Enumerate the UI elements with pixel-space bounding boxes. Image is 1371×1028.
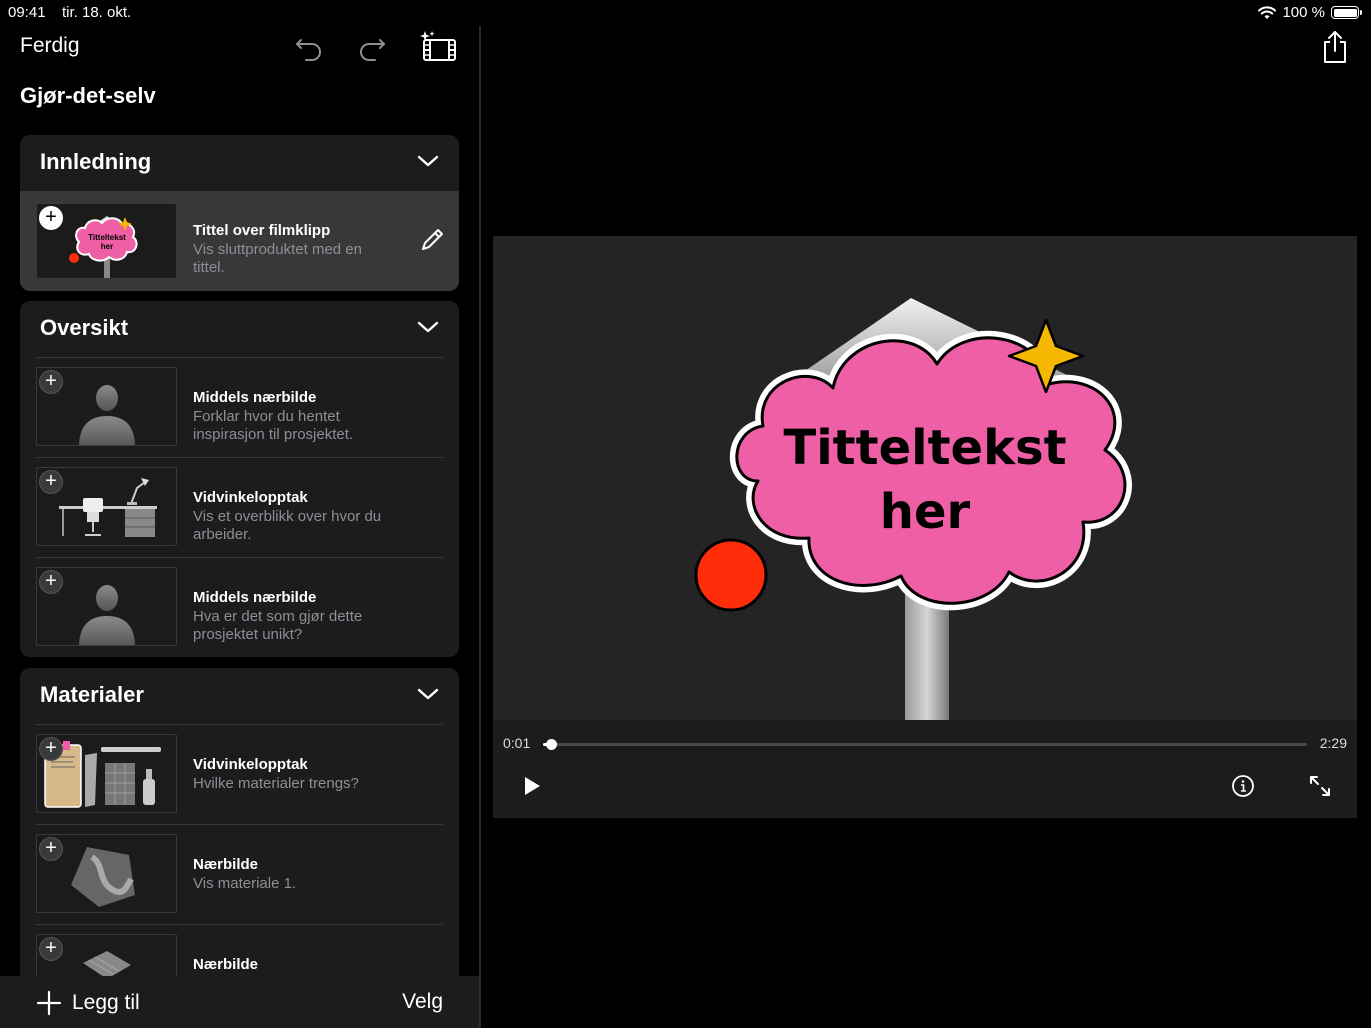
row-subtitle: Hvilke materialer trengs? (193, 775, 359, 792)
clip-thumbnail: + (36, 467, 177, 546)
select-button[interactable]: Velg (402, 990, 443, 1014)
project-title: Gjør-det-selv (20, 83, 156, 108)
section-oversikt: Oversikt + Middels nærbilde Forklar hvor… (20, 301, 459, 657)
status-date: tir. 18. okt. (62, 4, 132, 21)
video-player: Titteltekst her 0:01 2:29 (493, 236, 1357, 818)
plus-icon (36, 990, 62, 1016)
redo-icon[interactable] (355, 32, 389, 62)
add-button[interactable]: Legg til (36, 990, 140, 1016)
add-clip-button[interactable]: + (39, 737, 63, 761)
section-title: Innledning (40, 149, 152, 174)
scrubber-handle[interactable] (545, 739, 557, 750)
row-title: Middels nærbilde (193, 389, 317, 406)
current-time: 0:01 (503, 735, 531, 751)
clip-thumbnail: + (36, 567, 177, 646)
share-icon[interactable] (1320, 30, 1350, 64)
row-subtitle: Vis et overblikk over hvor du arbeider. (193, 508, 382, 543)
row-subtitle: Hva er det som gjør dette prosjektet uni… (193, 608, 363, 643)
add-clip-button[interactable]: + (39, 206, 63, 230)
list-item[interactable]: + Nærbilde Vis materiale 1. (20, 824, 459, 924)
split-divider[interactable] (479, 26, 481, 1028)
row-subtitle: Forklar hvor du hentet inspirasjon til p… (193, 408, 354, 443)
title-card-preview: Titteltekst her (694, 298, 1132, 720)
section-innledning: Innledning Titteltekst her + Tittel over… (20, 135, 459, 291)
section-header[interactable]: Oversikt (20, 301, 459, 357)
status-bar: 09:41 tir. 18. okt. 100 % (0, 0, 1371, 26)
video-preview[interactable]: Titteltekst her (493, 236, 1357, 720)
list-item[interactable]: Titteltekst her + Tittel over filmklipp … (20, 191, 459, 291)
status-time: 09:41 (8, 4, 46, 21)
total-time: 2:29 (1319, 735, 1347, 751)
clip-thumbnail: Titteltekst her + (36, 203, 177, 279)
row-title: Nærbilde (193, 956, 259, 973)
add-clip-button[interactable]: + (39, 370, 63, 394)
playback-controls: 0:01 2:29 (493, 720, 1357, 818)
scrubber[interactable] (543, 739, 1307, 750)
row-title: Tittel over filmklipp (193, 222, 331, 239)
chevron-down-icon[interactable] (417, 686, 439, 702)
section-header[interactable]: Materialer (20, 668, 459, 724)
add-clip-button[interactable]: + (39, 470, 63, 494)
battery-percent: 100 % (1282, 4, 1325, 21)
wifi-icon (1258, 5, 1277, 19)
row-title: Vidvinkelopptak (193, 489, 308, 506)
done-button[interactable]: Ferdig (20, 34, 80, 58)
clip-thumbnail: + (36, 734, 177, 813)
status-right: 100 % (1258, 4, 1362, 21)
section-materialer: Materialer + Vidvinkelopptak Hvilke mate… (20, 668, 459, 1008)
add-clip-button[interactable]: + (39, 937, 63, 961)
row-subtitle: Vis sluttproduktet med en tittel. (193, 241, 362, 276)
row-title: Nærbilde (193, 856, 259, 873)
chevron-down-icon[interactable] (417, 319, 439, 335)
thumb-title-line2: her (101, 242, 113, 251)
list-item[interactable]: + Vidvinkelopptak Hvilke materialer tren… (20, 724, 459, 824)
clip-thumbnail: + (36, 834, 177, 913)
expand-icon[interactable] (1308, 774, 1332, 798)
add-clip-button[interactable]: + (39, 570, 63, 594)
bottom-toolbar: Legg til Velg (0, 976, 479, 1028)
section-title: Oversikt (40, 315, 129, 340)
battery-icon (1331, 6, 1362, 19)
thumb-title-line1: Titteltekst (88, 233, 126, 242)
clip-thumbnail: + (36, 367, 177, 446)
preview-title-line2: her (880, 484, 971, 540)
preview-title-line1: Titteltekst (783, 420, 1066, 476)
section-header[interactable]: Innledning (20, 135, 459, 191)
play-icon[interactable] (521, 774, 543, 798)
chevron-down-icon[interactable] (417, 153, 439, 169)
list-item[interactable]: + Middels nærbilde Hva er det som gjør d… (20, 557, 459, 657)
list-item[interactable]: + Middels nærbilde Forklar hvor du hente… (20, 357, 459, 457)
row-subtitle: Vis materiale 1. (193, 875, 297, 892)
add-clip-button[interactable]: + (39, 837, 63, 861)
row-title: Middels nærbilde (193, 589, 317, 606)
add-label: Legg til (72, 991, 140, 1014)
row-title: Vidvinkelopptak (193, 756, 308, 773)
sidebar: Ferdig Gjør-det-selv Innledning Tittelte… (0, 26, 479, 1028)
undo-icon[interactable] (292, 32, 326, 62)
section-title: Materialer (40, 682, 144, 707)
magic-movie-icon[interactable] (418, 30, 458, 64)
info-icon[interactable] (1231, 774, 1255, 798)
pencil-icon[interactable] (419, 227, 445, 253)
list-item[interactable]: + Vidvinkelopptak Vis et overblikk over … (20, 457, 459, 557)
